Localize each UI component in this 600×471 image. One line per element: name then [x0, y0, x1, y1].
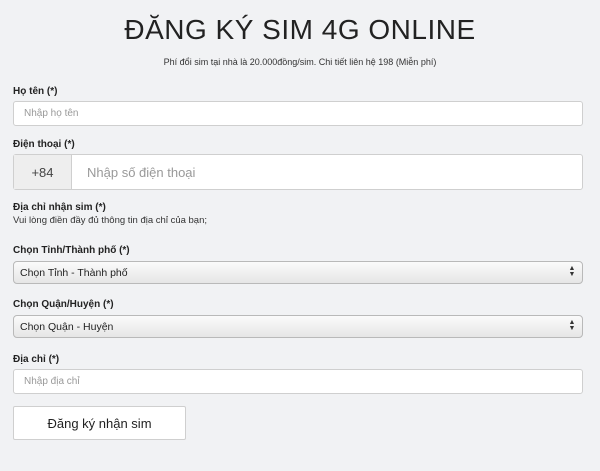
district-label: Chọn Quận/Huyện (*)	[13, 299, 114, 310]
address-placeholder: Nhập địa chỉ	[24, 376, 80, 387]
submit-button[interactable]: Đăng ký nhận sim	[13, 406, 186, 440]
registration-page: ĐĂNG KÝ SIM 4G ONLINE Phí đổi sim tại nh…	[0, 0, 600, 471]
district-select[interactable]: Chọn Quận - Huyện ▲ ▼	[13, 315, 583, 338]
page-subtitle: Phí đổi sim tại nhà là 20.000đồng/sim. C…	[163, 57, 437, 67]
address-section-hint: Vui lòng điền đầy đủ thông tin địa chỉ c…	[13, 215, 208, 226]
province-selected-value: Chọn Tỉnh - Thành phố	[20, 266, 128, 279]
phone-input-group: +84 Nhập số điện thoại	[13, 154, 583, 190]
name-input[interactable]: Nhập họ tên	[13, 101, 583, 126]
address-label: Địa chỉ (*)	[13, 354, 60, 365]
name-placeholder: Nhập họ tên	[24, 108, 79, 119]
district-selected-value: Chọn Quận - Huyện	[20, 320, 114, 333]
select-arrows-icon: ▲ ▼	[568, 319, 576, 332]
phone-input[interactable]: Nhập số điện thoại	[72, 155, 582, 189]
province-select[interactable]: Chọn Tỉnh - Thành phố ▲ ▼	[13, 261, 583, 284]
phone-label: Điện thoại (*)	[13, 139, 75, 150]
page-title: ĐĂNG KÝ SIM 4G ONLINE	[124, 14, 476, 45]
select-arrows-icon: ▲ ▼	[568, 265, 576, 278]
name-label: Họ tên (*)	[13, 86, 58, 97]
phone-placeholder: Nhập số điện thoại	[87, 164, 196, 180]
address-input[interactable]: Nhập địa chỉ	[13, 369, 583, 394]
province-label: Chọn Tỉnh/Thành phố (*)	[13, 245, 130, 256]
country-code-prefix: +84	[14, 155, 72, 189]
address-section-label: Địa chỉ nhận sim (*)	[13, 202, 106, 213]
